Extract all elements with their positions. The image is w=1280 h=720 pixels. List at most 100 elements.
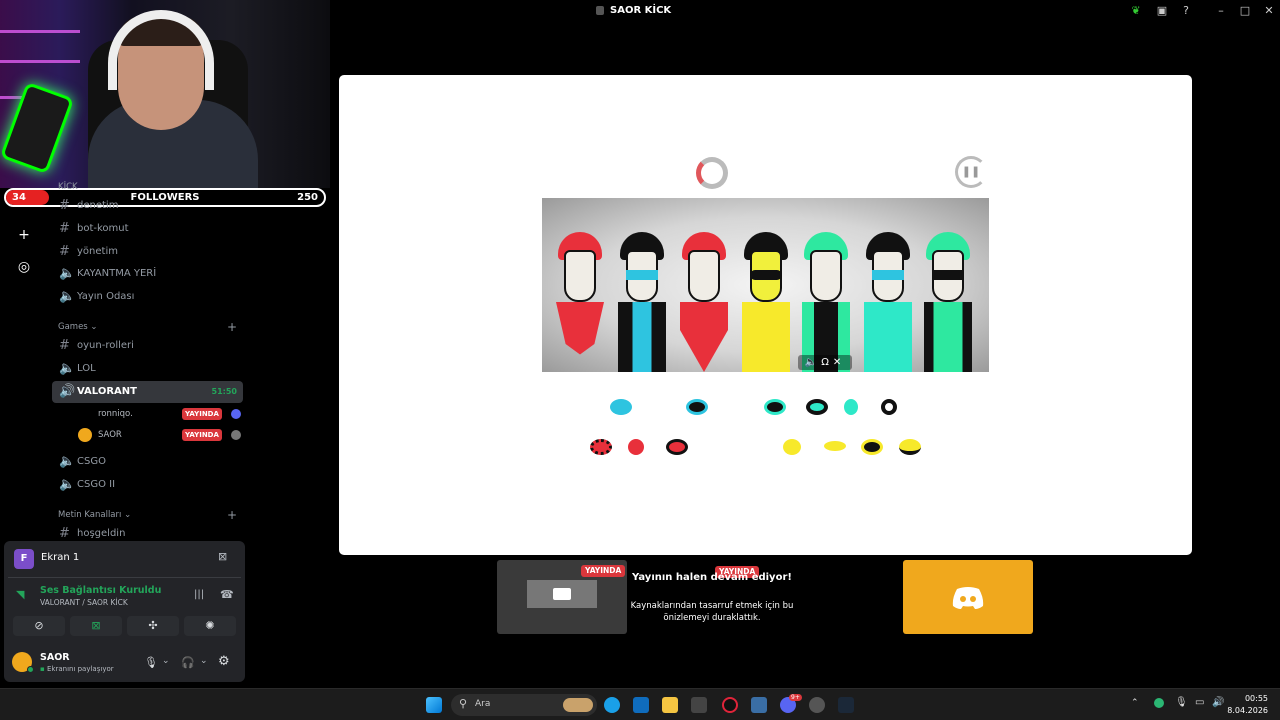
disconnect-icon[interactable]: ☎ <box>220 588 234 601</box>
chevron-down-icon[interactable]: ⌄ <box>200 656 208 666</box>
connection-detail[interactable]: VALORANT / SAOR KİCK <box>40 598 128 607</box>
network-icon[interactable]: ▭ <box>1195 697 1204 708</box>
leaf-icon[interactable]: ❦ <box>1129 4 1143 18</box>
divider <box>8 577 241 578</box>
microphone-icon[interactable]: 🎙 <box>144 656 158 669</box>
character-6[interactable] <box>860 222 916 372</box>
text-channel-icon: # <box>59 198 70 213</box>
voice-sound-icon[interactable] <box>824 441 846 451</box>
microphone-tray-icon[interactable]: 🎙 <box>1175 697 1188 708</box>
channel-denetim[interactable]: # denetim <box>52 195 243 217</box>
channel-csgo[interactable]: 🔈 CSGO <box>52 451 243 473</box>
voice-channel-icon: 🔈 <box>59 266 76 281</box>
noise-suppression-icon[interactable]: ||| <box>194 589 204 600</box>
volume-icon[interactable]: 🔊 <box>1212 697 1224 708</box>
channel-bot-komut[interactable]: # bot-komut <box>52 218 243 240</box>
character-7[interactable] <box>920 222 976 372</box>
search-icon: ⚲ <box>459 697 468 710</box>
app-icon[interactable] <box>751 697 767 713</box>
settings-gear-icon[interactable]: ⚙ <box>218 654 230 669</box>
voice-panel: F Ekran 1 ⊠ ◥ Ses Bağlantısı Kuruldu VAL… <box>4 541 245 682</box>
hat-sound-icon[interactable] <box>666 439 688 455</box>
preview-paused-note: Kaynaklarından tasarruf etmek için bu ön… <box>630 601 794 623</box>
scene-controls[interactable]: 🔈Ω✕ <box>798 355 852 370</box>
add-channel-icon[interactable]: + <box>227 508 237 522</box>
character-torso <box>680 302 728 372</box>
channel-kayantma-yeri[interactable]: 🔈 KAYANTMA YERİ <box>52 263 243 285</box>
category-games[interactable]: Games ⌄ + <box>58 320 243 334</box>
beat-sound-icon[interactable] <box>628 439 644 455</box>
eye-sound-icon[interactable] <box>806 399 828 415</box>
stop-share-icon[interactable]: ⊠ <box>218 550 227 563</box>
activities-button[interactable]: ✣ <box>127 616 179 636</box>
character-3[interactable] <box>676 222 732 372</box>
character-4[interactable] <box>738 222 794 372</box>
channel-hosgeldin[interactable]: # hoşgeldin <box>52 523 243 540</box>
system-clock[interactable]: 00:55 8.04.2026 <box>1227 693 1268 717</box>
opera-icon[interactable] <box>722 697 738 713</box>
soundboard-button[interactable]: ✺ <box>184 616 236 636</box>
character-face <box>810 250 842 302</box>
edge-icon[interactable] <box>604 697 620 713</box>
character-torso <box>618 302 666 372</box>
stream-preview[interactable]: YAYINDA <box>497 560 627 634</box>
taskbar-search[interactable]: ⚲ Ara <box>451 694 597 716</box>
close-icon[interactable]: ✕ <box>1262 4 1276 18</box>
category-kick[interactable]: KİCK <box>58 182 243 192</box>
clock-time: 00:55 <box>1244 694 1268 703</box>
mouth-sound-icon[interactable] <box>844 399 858 415</box>
channel-lol[interactable]: 🔈 LOL <box>52 358 243 380</box>
glasses-sound-icon[interactable] <box>861 439 883 455</box>
channel-csgo-ii[interactable]: 🔈 CSGO II <box>52 474 243 496</box>
minimize-icon[interactable]: – <box>1214 4 1228 18</box>
channel-valorant[interactable]: 🔊 VALORANT 51:50 <box>52 381 243 403</box>
outlook-icon[interactable] <box>633 697 649 713</box>
tray-app-icon[interactable] <box>1154 698 1164 708</box>
screen-share-icon[interactable]: ▣ <box>1155 4 1169 18</box>
headphones-icon[interactable]: 🎧 <box>181 656 195 669</box>
game-stage[interactable]: ❚❚ 🔈Ω✕ <box>339 75 1192 555</box>
live-badge: YAYINDA <box>182 408 222 420</box>
window-title: SAOR KİCK <box>610 5 672 16</box>
character-1[interactable] <box>552 222 608 372</box>
character-eyes <box>750 270 782 280</box>
glasses-sound-icon[interactable] <box>686 399 708 415</box>
file-explorer-icon[interactable] <box>662 697 678 713</box>
voice-user-saor[interactable]: SAOR YAYINDA <box>78 426 243 444</box>
eye-sound-icon[interactable] <box>764 399 786 415</box>
windows-taskbar: ⚲ Ara 9+ ⌃ 🎙 ▭ 🔊 00:55 8.04.2026 <box>0 688 1280 720</box>
pause-icon[interactable]: ❚❚ <box>955 156 987 188</box>
channel-yayin-odasi[interactable]: 🔈 Yayın Odası <box>52 286 243 308</box>
hat-sound-icon[interactable] <box>610 399 632 415</box>
steam-icon[interactable] <box>838 697 854 713</box>
share-screen-button[interactable]: ⊠ <box>70 616 122 636</box>
voice-user-ronniqo[interactable]: ronniqo. YAYINDA <box>98 405 243 423</box>
record-icon[interactable] <box>696 157 728 189</box>
channel-yonetim[interactable]: # yönetim <box>52 241 243 263</box>
start-icon[interactable] <box>426 697 442 713</box>
connection-status[interactable]: Ses Bağlantısı Kuruldu <box>40 585 161 596</box>
help-icon[interactable]: ? <box>1179 4 1193 18</box>
voice-sound-icon[interactable] <box>783 439 801 455</box>
store-icon[interactable] <box>691 697 707 713</box>
beat-sound-icon[interactable] <box>590 439 612 455</box>
channel-oyun-rolleri[interactable]: # oyun-rolleri <box>52 335 243 357</box>
chevron-down-icon[interactable]: ⌄ <box>162 656 170 666</box>
add-server-icon[interactable]: + <box>12 223 36 247</box>
explore-icon[interactable]: ◎ <box>12 255 36 279</box>
discord-stream-tile[interactable] <box>903 560 1033 634</box>
voice-sound-icon[interactable] <box>899 439 921 455</box>
signal-icon: ◥ <box>16 588 25 601</box>
camera-off-button[interactable]: ⊘ <box>13 616 65 636</box>
character-5[interactable] <box>798 222 854 372</box>
tray-chevron-icon[interactable]: ⌃ <box>1131 698 1139 708</box>
category-metin-kanallari[interactable]: Metin Kanalları ⌄ + <box>58 508 243 522</box>
maximize-icon[interactable]: □ <box>1238 4 1252 18</box>
character-torso <box>556 302 604 355</box>
character-2[interactable] <box>614 222 670 372</box>
app-icon[interactable] <box>809 697 825 713</box>
monitor-icon <box>553 588 571 600</box>
character-scene[interactable]: 🔈Ω✕ <box>542 198 989 372</box>
eye-sound-icon[interactable] <box>881 399 897 415</box>
add-channel-icon[interactable]: + <box>227 320 237 334</box>
